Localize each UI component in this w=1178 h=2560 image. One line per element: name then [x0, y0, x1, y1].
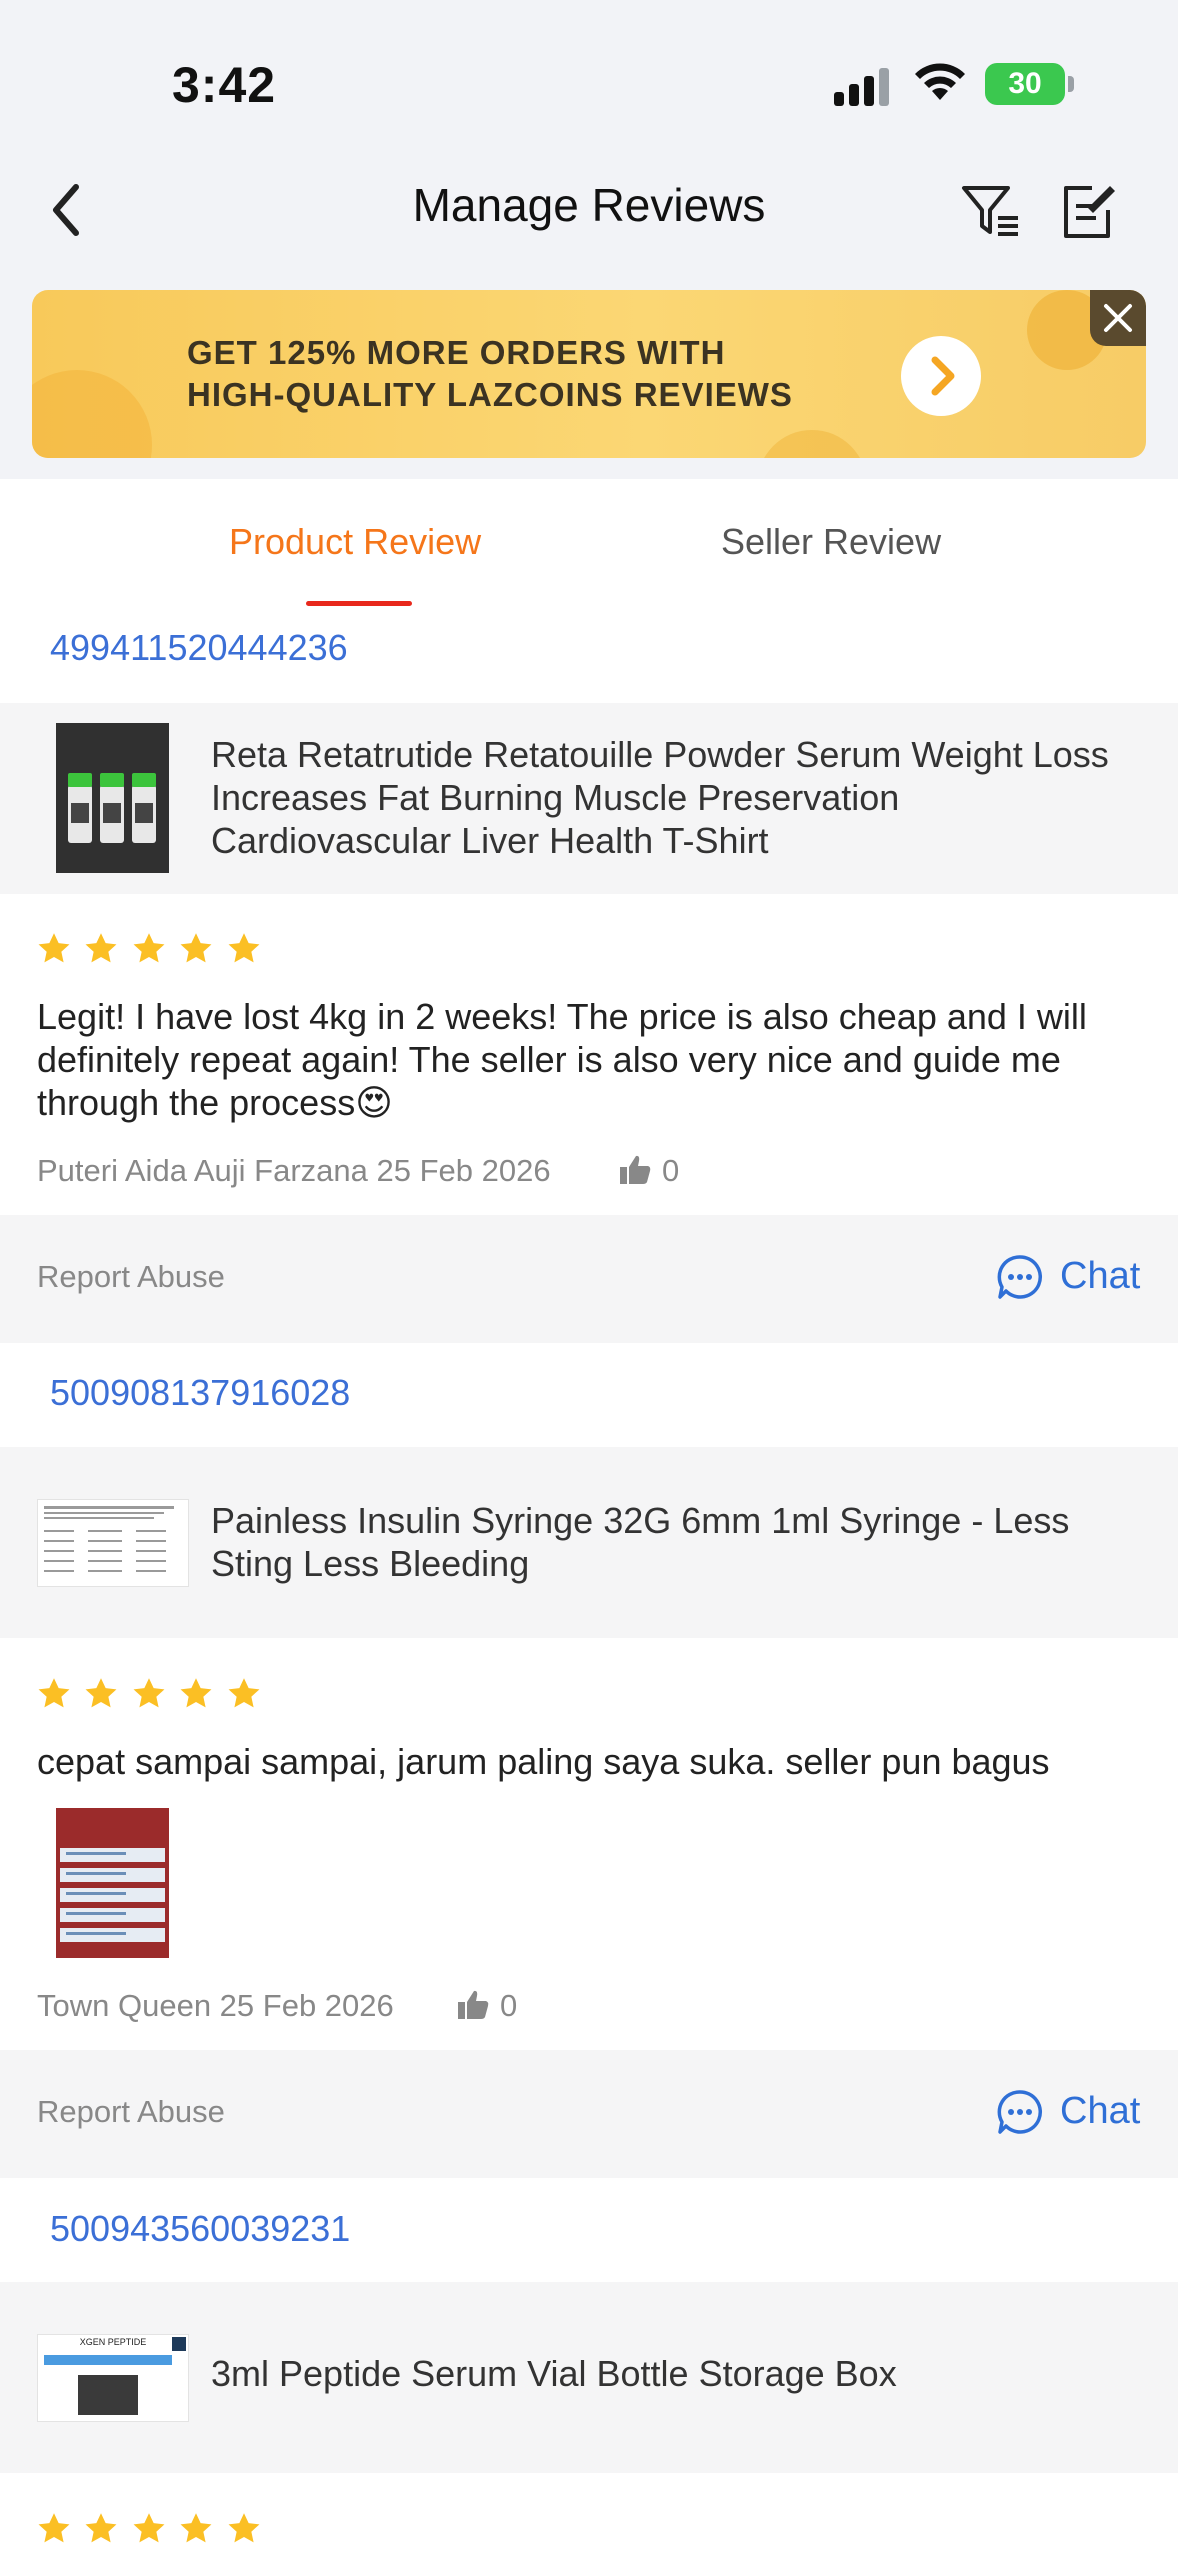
- wifi-icon: [915, 63, 965, 100]
- order-id-link[interactable]: 499411520444236: [50, 627, 348, 669]
- filter-icon[interactable]: [958, 180, 1022, 244]
- review-photo[interactable]: [56, 1808, 169, 1958]
- thumbs-up-icon[interactable]: [456, 1988, 490, 2022]
- star-icon: [226, 2511, 262, 2547]
- star-icon: [178, 2511, 214, 2547]
- tab-seller-review[interactable]: Seller Review: [721, 521, 941, 563]
- product-thumbnail: XGEN PEPTIDE: [37, 2334, 189, 2422]
- review-tabs: Product Review Seller Review: [0, 479, 1178, 607]
- active-tab-indicator: [306, 601, 412, 606]
- chat-button[interactable]: Chat: [1060, 2090, 1140, 2133]
- product-thumbnail: [37, 1499, 189, 1587]
- star-icon: [131, 2511, 167, 2547]
- like-count: 0: [662, 1153, 680, 1188]
- product-row[interactable]: XGEN PEPTIDE 3ml Peptide Serum Vial Bott…: [0, 2282, 1178, 2473]
- coin-decoration: [757, 430, 867, 458]
- report-abuse-link[interactable]: Report Abuse: [37, 1259, 225, 1295]
- product-row[interactable]: Reta Retatrutide Retatouille Powder Seru…: [0, 703, 1178, 894]
- star-icon: [83, 2511, 119, 2547]
- chat-icon[interactable]: [996, 2088, 1044, 2136]
- thumbs-up-icon[interactable]: [618, 1153, 652, 1187]
- banner-text: GET 125% MORE ORDERS WITH HIGH-QUALITY L…: [187, 332, 793, 416]
- star-rating: [36, 2511, 269, 2552]
- star-icon: [83, 1676, 119, 1712]
- star-icon: [226, 931, 262, 967]
- product-name[interactable]: Reta Retatrutide Retatouille Powder Seru…: [211, 733, 1131, 862]
- banner-line-1: GET 125% MORE ORDERS WITH: [187, 334, 726, 371]
- like-count: 0: [500, 1988, 518, 2023]
- reviewer-and-date: Town Queen 25 Feb 2026: [37, 1988, 394, 2023]
- report-abuse-link[interactable]: Report Abuse: [37, 2094, 225, 2130]
- promo-banner[interactable]: GET 125% MORE ORDERS WITH HIGH-QUALITY L…: [32, 290, 1146, 458]
- tab-product-review[interactable]: Product Review: [229, 521, 481, 563]
- star-icon: [36, 1676, 72, 1712]
- chevron-right-icon: [931, 356, 955, 396]
- product-row[interactable]: Painless Insulin Syringe 32G 6mm 1ml Syr…: [0, 1447, 1178, 1638]
- status-time: 3:42: [172, 57, 277, 113]
- product-name[interactable]: 3ml Peptide Serum Vial Bottle Storage Bo…: [211, 2352, 1131, 2395]
- review-text: cepat sampai sampai, jarum paling saya s…: [37, 1741, 1050, 1782]
- review-text: Legit! I have lost 4kg in 2 weeks! The p…: [37, 996, 1087, 1123]
- star-rating: [36, 931, 269, 972]
- chat-icon[interactable]: [996, 1253, 1044, 1301]
- battery-tip: [1068, 76, 1074, 92]
- signal-icon: [834, 66, 894, 106]
- battery-level: 30: [1008, 67, 1042, 100]
- review-actions: Report Abuse Chat: [0, 1215, 1178, 1343]
- reviewer-and-date: Puteri Aida Auji Farzana 25 Feb 2026: [37, 1153, 551, 1188]
- star-rating: [36, 1676, 269, 1717]
- star-icon: [178, 1676, 214, 1712]
- star-icon: [36, 2511, 72, 2547]
- banner-arrow-button[interactable]: [901, 336, 981, 416]
- star-icon: [36, 931, 72, 967]
- star-icon: [83, 931, 119, 967]
- banner-line-2: HIGH-QUALITY LAZCOINS REVIEWS: [187, 376, 793, 413]
- order-id-link[interactable]: 500908137916028: [50, 1372, 350, 1414]
- star-icon: [178, 931, 214, 967]
- chat-button[interactable]: Chat: [1060, 1255, 1140, 1298]
- thumbnail-label: XGEN PEPTIDE: [79, 2337, 147, 2347]
- edit-icon[interactable]: [1058, 182, 1118, 242]
- order-id-link[interactable]: 500943560039231: [50, 2208, 350, 2250]
- star-icon: [131, 931, 167, 967]
- review-actions: Report Abuse Chat: [0, 2050, 1178, 2178]
- star-icon: [226, 1676, 262, 1712]
- product-thumbnail: [56, 723, 169, 873]
- coin-decoration: [32, 370, 152, 458]
- star-icon: [131, 1676, 167, 1712]
- product-name[interactable]: Painless Insulin Syringe 32G 6mm 1ml Syr…: [211, 1499, 1131, 1585]
- close-icon: [1104, 304, 1132, 332]
- banner-close-button[interactable]: [1090, 290, 1146, 346]
